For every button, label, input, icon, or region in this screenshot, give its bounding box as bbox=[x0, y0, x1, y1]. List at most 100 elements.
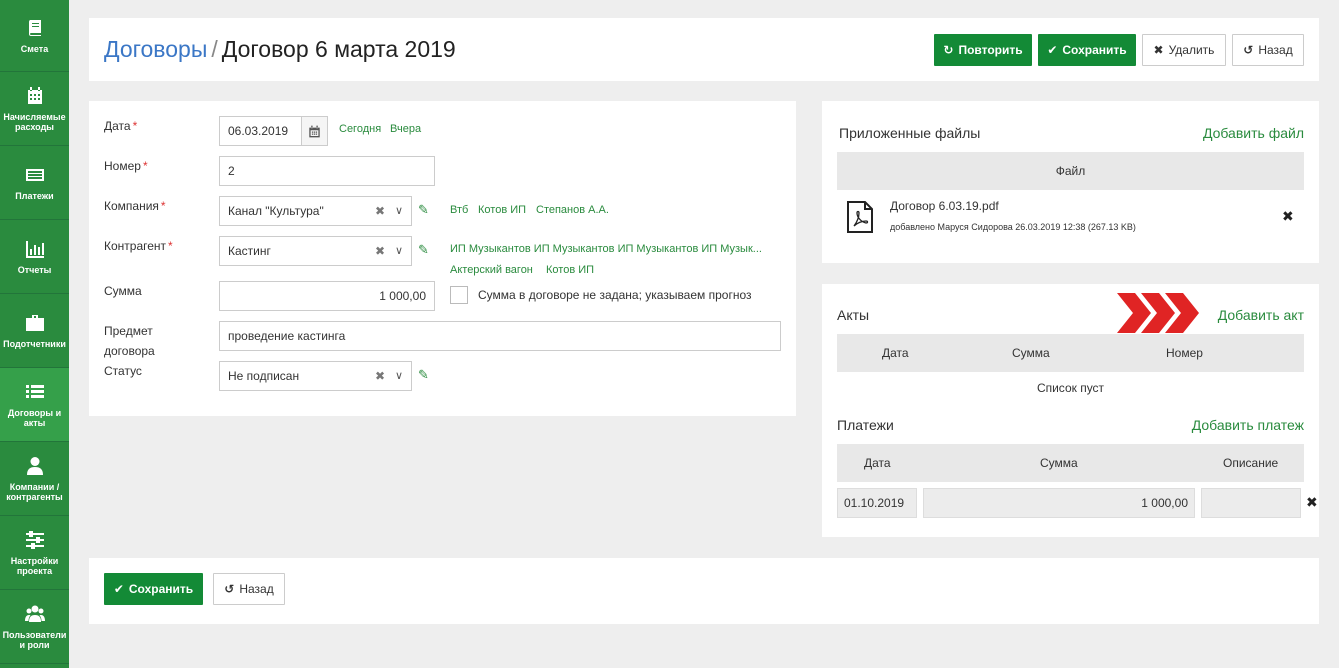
contract-form: Дата * 06.03.2019 Сегодня Вчера Номер * 2 … bbox=[89, 101, 796, 416]
bar-chart-icon bbox=[25, 240, 44, 258]
payment-description-input[interactable] bbox=[1201, 488, 1301, 518]
today-link[interactable]: Сегодня bbox=[339, 123, 381, 135]
footer-back-label: Назад bbox=[239, 582, 274, 596]
undo-icon: ↺ bbox=[1243, 43, 1254, 57]
user-icon bbox=[26, 456, 43, 475]
sidebar-item-reports[interactable]: Отчеты bbox=[0, 220, 69, 294]
acts-table-header: Дата Сумма Номер bbox=[837, 334, 1304, 372]
payments-title: Платежи bbox=[837, 417, 894, 433]
footer-save-label: Сохранить bbox=[128, 582, 194, 596]
acts-empty-text: Список пуст bbox=[1036, 381, 1105, 395]
acts-date-column: Дата bbox=[882, 346, 909, 360]
payments-sum-column: Сумма bbox=[1040, 456, 1078, 470]
breadcrumb-contracts-link[interactable]: Договоры bbox=[104, 36, 207, 62]
delete-file-close-icon[interactable]: ✖ bbox=[1282, 208, 1294, 225]
status-select-value: Не подписан bbox=[228, 369, 300, 383]
sum-forecast-checkbox[interactable] bbox=[450, 286, 468, 304]
acts-payments-panel: Акты Добавить акт Дата Сумма Номер Списо… bbox=[822, 284, 1319, 537]
edit-company-pencil-icon[interactable]: ✎ bbox=[418, 202, 429, 218]
save-button[interactable]: ✔ Сохранить bbox=[1038, 34, 1136, 66]
chevron-down-icon[interactable]: ∨ bbox=[395, 204, 403, 217]
delete-payment-close-icon[interactable]: ✖ bbox=[1306, 494, 1318, 511]
sidebar-item-label: Компании / контрагенты bbox=[6, 481, 63, 502]
edit-counterparty-pencil-icon[interactable]: ✎ bbox=[418, 242, 429, 258]
check-icon: ✔ bbox=[113, 582, 124, 596]
delete-button-label: Удалить bbox=[1168, 43, 1215, 57]
sidebar: Смета Начисляемые расходы Платежи Отчеты… bbox=[0, 0, 69, 668]
breadcrumb: Договоры / Договор 6 марта 2019 bbox=[104, 36, 456, 63]
sum-input[interactable]: 1 000,00 bbox=[219, 281, 435, 311]
page-header: Договоры / Договор 6 марта 2019 ↻ Повторить… bbox=[89, 18, 1319, 81]
chevron-down-icon[interactable]: ∨ bbox=[395, 369, 403, 382]
clear-icon[interactable]: ✖ bbox=[375, 204, 385, 218]
counterparty-quick-link[interactable]: Актерский вагон bbox=[450, 264, 533, 276]
company-quick-link[interactable]: Втб bbox=[450, 204, 468, 216]
number-label: Номер * bbox=[104, 159, 148, 173]
counterparty-select[interactable]: Кастинг ✖ ∨ bbox=[219, 236, 412, 266]
users-icon bbox=[24, 605, 45, 622]
briefcase-icon bbox=[25, 314, 44, 331]
company-quick-link[interactable]: Степанов А.А. bbox=[536, 204, 609, 216]
status-select[interactable]: Не подписан ✖ ∨ bbox=[219, 361, 412, 391]
sidebar-item-accountables[interactable]: Подотчетники bbox=[0, 294, 69, 368]
save-button-label: Сохранить bbox=[1062, 43, 1127, 57]
edit-status-pencil-icon[interactable]: ✎ bbox=[418, 367, 429, 383]
list-card-icon bbox=[25, 168, 44, 181]
counterparty-label: Контрагент * bbox=[104, 239, 173, 253]
yesterday-link[interactable]: Вчера bbox=[390, 123, 421, 135]
company-quick-link[interactable]: Котов ИП bbox=[478, 204, 526, 216]
counterparty-quick-links[interactable]: ИП Музыкантов ИП Музыкантов ИП Музыканто… bbox=[450, 243, 762, 255]
add-file-link[interactable]: Добавить файл bbox=[1203, 125, 1304, 141]
calendar-icon bbox=[27, 86, 42, 104]
refresh-icon: ↻ bbox=[943, 43, 954, 57]
subject-label: Предмет договора bbox=[104, 324, 155, 358]
company-label: Компания * bbox=[104, 199, 166, 213]
delete-button[interactable]: ✖ Удалить bbox=[1142, 34, 1226, 66]
files-table-header: Файл bbox=[837, 152, 1304, 190]
sidebar-item-label: Отчеты bbox=[17, 264, 52, 275]
sidebar-item-contracts[interactable]: Договоры и акты bbox=[0, 368, 69, 442]
clear-icon[interactable]: ✖ bbox=[375, 369, 385, 383]
sidebar-item-accrued-expenses[interactable]: Начисляемые расходы bbox=[0, 72, 69, 146]
repeat-button[interactable]: ↻ Повторить bbox=[934, 34, 1032, 66]
sum-label: Сумма bbox=[104, 284, 142, 298]
acts-sum-column: Сумма bbox=[1012, 346, 1050, 360]
add-act-link[interactable]: Добавить акт bbox=[1218, 307, 1304, 323]
company-select[interactable]: Канал "Культура" ✖ ∨ bbox=[219, 196, 412, 226]
footer-back-button[interactable]: ↺ Назад bbox=[213, 573, 285, 605]
breadcrumb-separator: / bbox=[211, 36, 218, 62]
payment-sum-input[interactable]: 1 000,00 bbox=[923, 488, 1195, 518]
subject-input[interactable]: проведение кастинга bbox=[219, 321, 781, 351]
sidebar-item-project-settings[interactable]: Настройки проекта bbox=[0, 516, 69, 590]
check-icon: ✔ bbox=[1047, 43, 1058, 57]
book-icon bbox=[28, 19, 41, 36]
sidebar-item-label: Подотчетники bbox=[3, 338, 66, 349]
sidebar-item-label: Платежи bbox=[15, 190, 54, 201]
close-icon: ✖ bbox=[1153, 43, 1164, 57]
payment-date-input[interactable]: 01.10.2019 bbox=[837, 488, 917, 518]
list-icon bbox=[25, 384, 44, 398]
calendar-button[interactable] bbox=[301, 116, 328, 146]
sidebar-item-users-roles[interactable]: Пользователи и роли bbox=[0, 590, 69, 664]
back-button[interactable]: ↺ Назад bbox=[1232, 34, 1304, 66]
add-payment-link[interactable]: Добавить платеж bbox=[1192, 417, 1304, 433]
sidebar-item-label: Пользователи и роли bbox=[2, 629, 67, 650]
calendar-icon bbox=[309, 125, 320, 137]
sliders-icon bbox=[25, 530, 44, 549]
file-meta: добавлено Маруся Сидорова 26.03.2019 12:… bbox=[890, 222, 1136, 232]
sidebar-item-estimate[interactable]: Смета bbox=[0, 0, 69, 72]
payments-date-column: Дата bbox=[864, 456, 891, 470]
sidebar-item-companies[interactable]: Компании / контрагенты bbox=[0, 442, 69, 516]
date-input[interactable]: 06.03.2019 bbox=[219, 116, 303, 146]
file-name-link[interactable]: Договор 6.03.19.pdf bbox=[890, 199, 999, 213]
clear-icon[interactable]: ✖ bbox=[375, 244, 385, 258]
status-label: Статус bbox=[104, 364, 142, 378]
footer-save-button[interactable]: ✔ Сохранить bbox=[104, 573, 203, 605]
attached-files-panel: Приложенные файлы Добавить файл Файл Дог… bbox=[822, 101, 1319, 263]
counterparty-quick-link[interactable]: Котов ИП bbox=[546, 264, 594, 276]
chevron-down-icon[interactable]: ∨ bbox=[395, 244, 403, 257]
file-column-header: Файл bbox=[1055, 164, 1086, 178]
sidebar-item-payments[interactable]: Платежи bbox=[0, 146, 69, 220]
number-input[interactable]: 2 bbox=[219, 156, 435, 186]
page-title: Договор 6 марта 2019 bbox=[221, 36, 456, 62]
